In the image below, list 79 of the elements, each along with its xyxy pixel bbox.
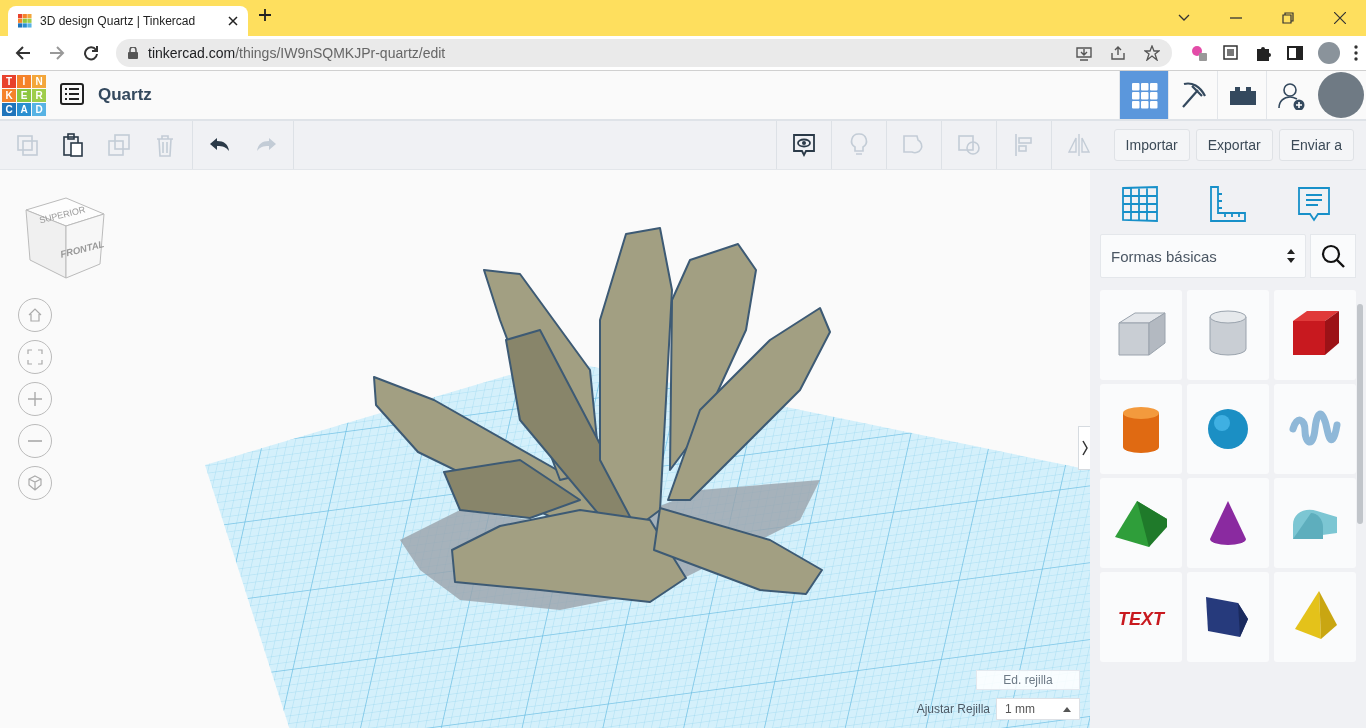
logo-letter: K	[2, 88, 16, 102]
grid-icon	[1129, 80, 1159, 110]
shape-tile[interactable]	[1187, 478, 1269, 568]
browser-tab[interactable]: 3D design Quartz | Tinkercad	[8, 6, 248, 36]
logo-letter: T	[2, 74, 16, 88]
text-shape-label: TEXT	[1118, 609, 1164, 629]
logo-letter: A	[17, 102, 31, 116]
reload-icon[interactable]	[83, 45, 99, 61]
close-tab-icon[interactable]	[228, 16, 238, 26]
panel-collapse-button[interactable]	[1078, 426, 1090, 470]
restore-icon[interactable]	[1282, 12, 1294, 24]
paste-icon	[60, 132, 86, 158]
design-list-button[interactable]	[60, 82, 84, 108]
snap-grid-label: Ajustar Rejilla	[916, 702, 990, 716]
shape-tile[interactable]	[1100, 478, 1182, 568]
shape-tile[interactable]	[1100, 290, 1182, 380]
shape-tile[interactable]	[1274, 572, 1356, 662]
notes-icon	[790, 132, 817, 158]
shape-tile[interactable]	[1187, 572, 1269, 662]
toolbar-action-button[interactable]: Exportar	[1195, 129, 1273, 161]
mirror-icon	[1065, 132, 1092, 158]
design-title: Quartz	[98, 85, 152, 105]
search-button[interactable]	[1310, 234, 1356, 278]
zoom-in-icon	[27, 391, 43, 407]
menu-icon[interactable]	[1354, 45, 1358, 61]
install-icon[interactable]	[1076, 45, 1092, 61]
url-text: tinkercad.com/things/IW9nSQMKJPr-quartz/edit	[148, 45, 446, 61]
share-icon[interactable]	[1110, 45, 1126, 61]
sort-caret-icon	[1287, 249, 1295, 263]
edit-grid-button[interactable]: Ed. rejilla	[976, 670, 1080, 690]
screenshot-icon[interactable]	[1222, 44, 1240, 62]
toolbar-action-button[interactable]: Enviar a	[1278, 129, 1354, 161]
logo-letter: N	[32, 74, 46, 88]
side-panel-icon[interactable]	[1286, 44, 1304, 62]
duplicate-icon	[106, 132, 132, 158]
shape-tile[interactable]	[1274, 478, 1356, 568]
home-view-button[interactable]	[18, 298, 52, 332]
list-icon	[60, 82, 84, 105]
snap-grid-select[interactable]: 1 mm	[996, 698, 1080, 720]
logo-letter: I	[17, 74, 31, 88]
tab-title: 3D design Quartz | Tinkercad	[40, 14, 197, 28]
shape-tile[interactable]	[1274, 384, 1356, 474]
logo-letter: R	[32, 88, 46, 102]
favicon-icon	[18, 14, 32, 28]
shape-tile[interactable]	[1187, 290, 1269, 380]
search-icon	[1320, 243, 1346, 269]
new-tab-icon[interactable]	[258, 8, 272, 22]
user-add-icon	[1276, 80, 1306, 110]
app-logo[interactable]: T I N K E R C A D	[2, 74, 46, 116]
shape-tile[interactable]	[1100, 384, 1182, 474]
close-window-icon[interactable]	[1334, 12, 1346, 24]
caret-icon	[1063, 706, 1071, 712]
bookmark-star-icon[interactable]	[1144, 45, 1160, 61]
fit-icon	[27, 349, 43, 365]
perspective-view-button[interactable]	[18, 466, 52, 500]
logo-letter: C	[2, 102, 16, 116]
zoom-out-view-button[interactable]	[18, 424, 52, 458]
perspective-icon	[27, 475, 43, 491]
shape-category-select[interactable]: Formas básicas	[1100, 234, 1306, 278]
address-bar[interactable]: tinkercad.com/things/IW9nSQMKJPr-quartz/edit	[116, 39, 1172, 67]
toolbar-action-button[interactable]: Importar	[1113, 129, 1190, 161]
back-icon[interactable]	[15, 45, 31, 61]
copy-icon	[14, 132, 40, 158]
extension-icon[interactable]	[1190, 44, 1208, 62]
shape-tile[interactable]: TEXT	[1100, 572, 1182, 662]
puzzle-icon[interactable]	[1254, 44, 1272, 62]
profile-avatar[interactable]	[1318, 42, 1340, 64]
tab-search-chevron-icon[interactable]	[1178, 14, 1190, 22]
scrollbar-thumb[interactable]	[1357, 304, 1363, 524]
lock-icon	[128, 47, 138, 59]
user-avatar[interactable]	[1318, 72, 1364, 118]
home-icon	[27, 307, 43, 323]
shape-tile[interactable]	[1187, 384, 1269, 474]
logo-letter: D	[32, 102, 46, 116]
logo-letter: E	[17, 88, 31, 102]
forward-icon[interactable]	[49, 45, 65, 61]
ungroup-icon	[955, 132, 982, 158]
shape-tile[interactable]	[1274, 290, 1356, 380]
chevron-icon	[1081, 440, 1088, 456]
